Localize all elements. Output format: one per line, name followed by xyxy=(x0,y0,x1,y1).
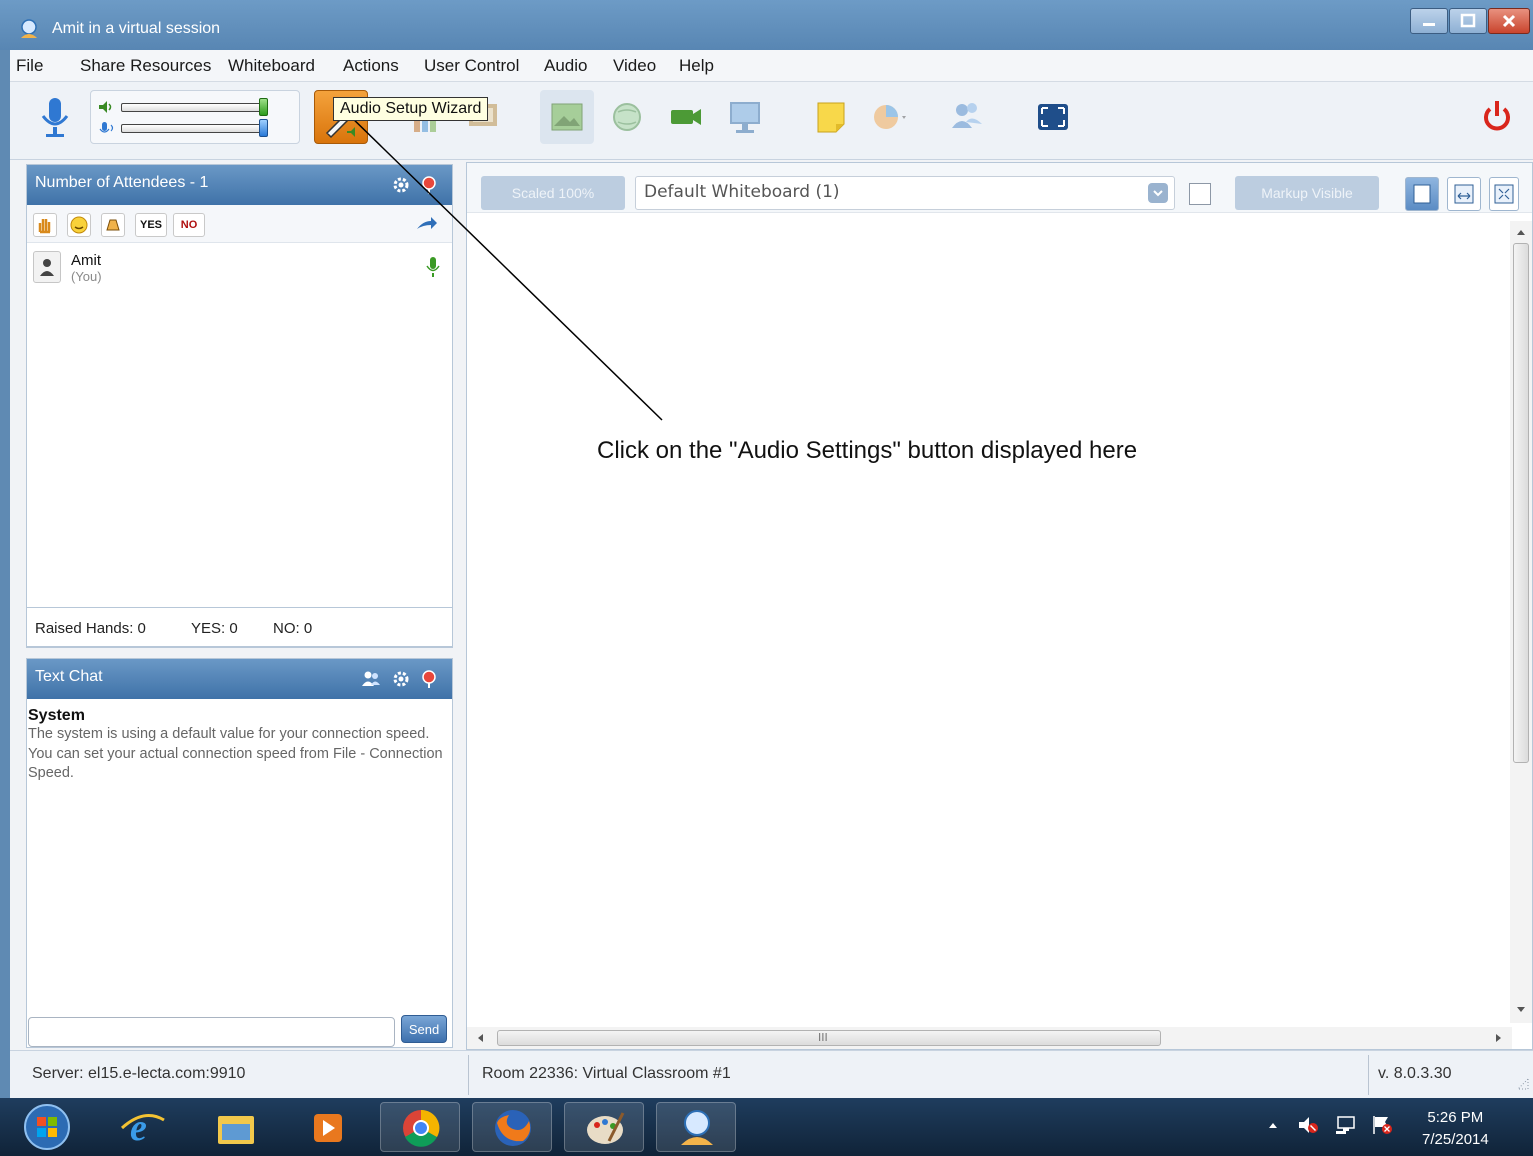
annotation-arrow-line xyxy=(345,111,663,421)
annotation-text: Click on the "Audio Settings" button dis… xyxy=(597,437,1138,464)
tooltip: Audio Setup Wizard xyxy=(333,97,489,121)
